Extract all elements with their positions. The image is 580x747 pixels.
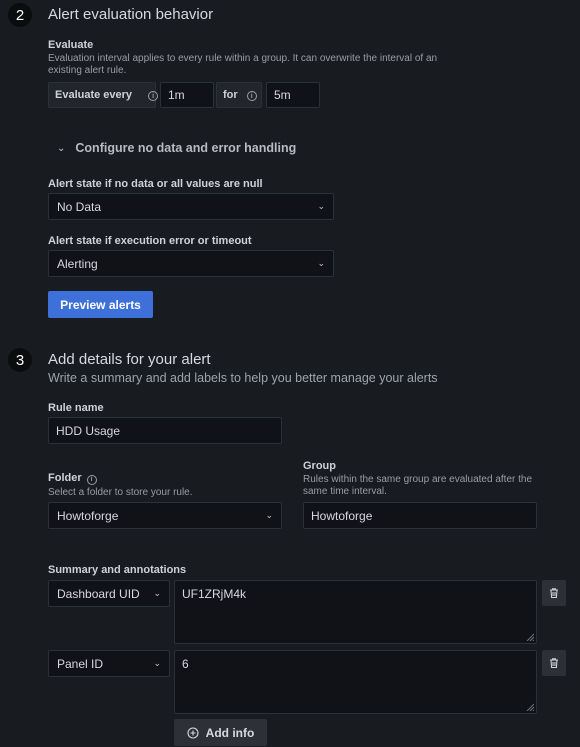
- no-data-state-select[interactable]: No Data ⌄: [48, 193, 334, 220]
- folder-select[interactable]: Howtoforge ⌄: [48, 502, 282, 529]
- annotation-value-textarea[interactable]: 6: [174, 650, 537, 714]
- annotation-value: 6: [182, 657, 189, 671]
- folder-label: Folder: [48, 472, 82, 485]
- info-icon[interactable]: i: [148, 89, 159, 102]
- group-input[interactable]: Howtoforge: [303, 502, 537, 529]
- chevron-down-icon: ⌄: [265, 510, 273, 520]
- error-state-select[interactable]: Alerting ⌄: [48, 250, 334, 277]
- annotations-label: Summary and annotations: [48, 564, 187, 576]
- for-addon: for i: [216, 82, 262, 108]
- rule-name-label: Rule name: [48, 402, 104, 414]
- folder-label-row: Folder i: [48, 472, 97, 485]
- folder-description: Select a folder to store your rule.: [48, 487, 193, 498]
- annotation-value: UF1ZRjM4k: [182, 587, 247, 601]
- error-state-label: Alert state if execution error or timeou…: [48, 235, 252, 247]
- section-title-details: Add details for your alert: [48, 351, 211, 368]
- evaluate-description: Evaluation interval applies to every rul…: [48, 53, 438, 76]
- folder-value: Howtoforge: [57, 508, 119, 523]
- for-label: for: [223, 89, 238, 101]
- chevron-down-icon: ⌄: [57, 142, 66, 154]
- add-info-button[interactable]: Add info: [174, 719, 267, 746]
- trash-icon: [550, 588, 558, 599]
- alert-rule-form: 2 Alert evaluation behavior Evaluate Eva…: [0, 0, 580, 747]
- section-title-evaluation: Alert evaluation behavior: [48, 6, 214, 23]
- chevron-down-icon: ⌄: [153, 658, 161, 668]
- evaluate-every-addon: Evaluate every i: [48, 82, 159, 108]
- delete-annotation-button[interactable]: [542, 580, 566, 606]
- annotation-key-select[interactable]: Panel ID ⌄: [48, 650, 170, 677]
- annotation-key: Dashboard UID: [57, 586, 140, 601]
- group-label: Group: [303, 460, 336, 472]
- no-data-error-toggle[interactable]: ⌄ Configure no data and error handling: [57, 141, 296, 155]
- step-number-2: 2: [8, 3, 32, 27]
- trash-icon: [550, 658, 558, 669]
- resize-handle-icon[interactable]: [526, 633, 534, 641]
- info-icon[interactable]: i: [246, 89, 257, 102]
- toggle-label: Configure no data and error handling: [75, 141, 297, 155]
- rule-name-input[interactable]: HDD Usage: [48, 417, 282, 444]
- chevron-down-icon: ⌄: [153, 588, 161, 598]
- preview-alerts-button[interactable]: Preview alerts: [48, 291, 153, 318]
- delete-annotation-button[interactable]: [542, 650, 566, 676]
- annotation-key-select[interactable]: Dashboard UID ⌄: [48, 580, 170, 607]
- info-icon[interactable]: i: [86, 472, 97, 485]
- annotation-key: Panel ID: [57, 656, 104, 671]
- no-data-state-value: No Data: [57, 199, 102, 214]
- group-description: Rules within the same group are evaluate…: [303, 474, 533, 497]
- resize-handle-icon[interactable]: [526, 703, 534, 711]
- chevron-down-icon: ⌄: [317, 258, 325, 268]
- annotation-value-textarea[interactable]: UF1ZRjM4k: [174, 580, 537, 644]
- step-number-3: 3: [8, 348, 32, 372]
- evaluate-label: Evaluate: [48, 39, 94, 51]
- evaluate-every-label: Evaluate every: [55, 89, 133, 101]
- for-duration-input[interactable]: 5m: [266, 82, 320, 108]
- section-subtitle-details: Write a summary and add labels to help y…: [48, 371, 438, 385]
- error-state-value: Alerting: [57, 256, 98, 271]
- no-data-state-label: Alert state if no data or all values are…: [48, 178, 263, 190]
- plus-circle-icon: [187, 726, 199, 739]
- add-info-label: Add info: [205, 725, 255, 740]
- chevron-down-icon: ⌄: [317, 201, 325, 211]
- evaluate-every-input[interactable]: 1m: [160, 82, 214, 108]
